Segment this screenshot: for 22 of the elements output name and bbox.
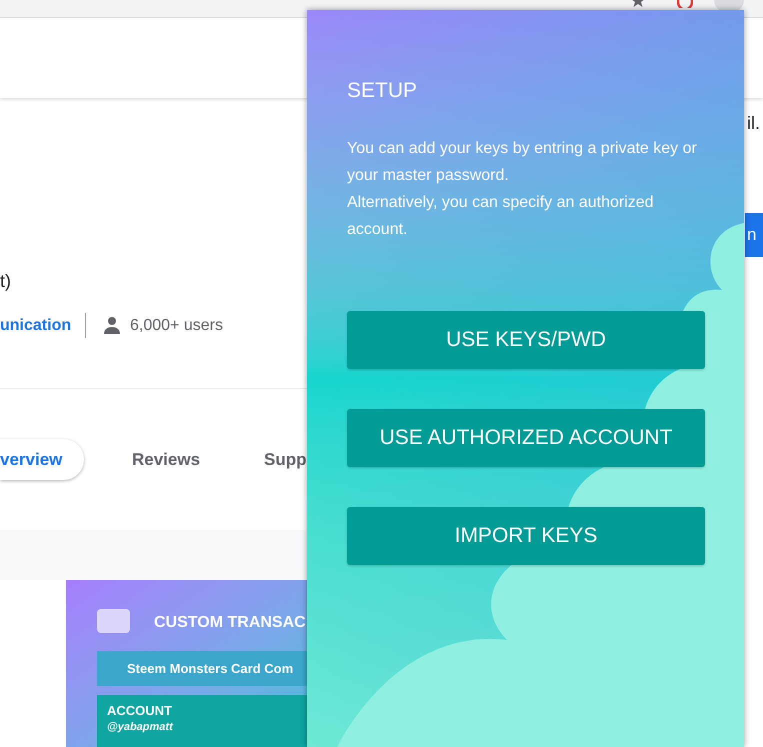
star-icon[interactable] [631,0,645,8]
setup-option-button[interactable]: USE KEYS/PWD [347,311,705,369]
setup-option-button[interactable]: USE AUTHORIZED ACCOUNT [347,409,705,467]
setup-description: You can add your keys by entring a private key or your master password. [347,139,697,186]
setup-description: Alternatively, you can specify an authorized account. [347,193,655,240]
setup-option-button[interactable]: IMPORT KEYS [347,507,705,565]
tab[interactable]: verview [0,439,84,480]
header-text: il. [747,112,760,135]
operation-text: Steem Monsters Card Com [127,661,294,676]
category-link[interactable]: unication [0,314,72,338]
person-icon [103,316,121,334]
install-button[interactable]: n [745,213,763,257]
logo-icon [97,609,130,633]
users-count: 6,000+ users [130,316,223,336]
title-text: t) [0,270,11,293]
screenshot-title: CUSTOM TRANSAC [154,613,306,633]
setup-title: SETUP [347,78,418,104]
tab[interactable]: Supp [264,439,307,480]
account-value: @yabapmatt [107,720,174,735]
tab[interactable]: Reviews [132,439,200,480]
account-label: ACCOUNT [107,703,173,719]
shield-icon[interactable] [677,0,693,8]
